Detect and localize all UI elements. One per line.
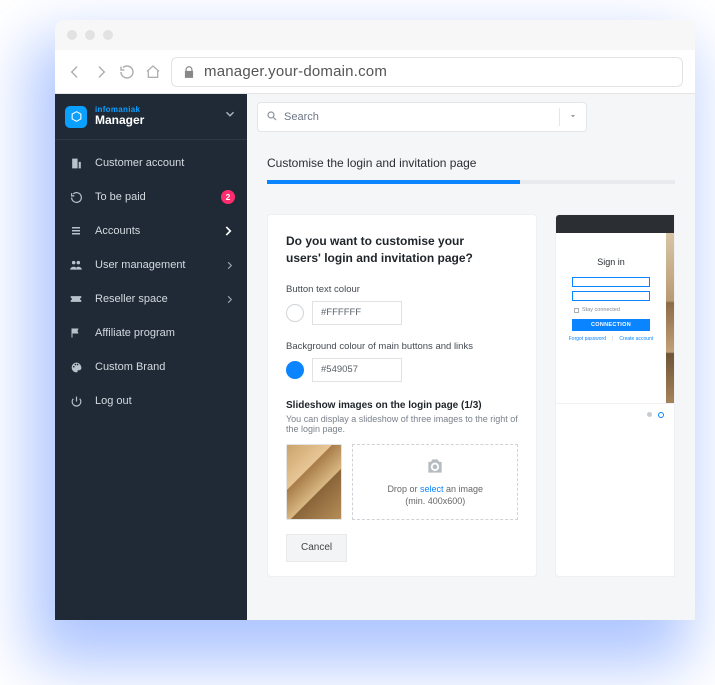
- dropzone-text: Drop or select an image: [387, 483, 483, 495]
- brand-logo-icon: [65, 106, 87, 128]
- sidebar-item-label: Reseller space: [95, 293, 168, 305]
- checkbox-icon: [574, 308, 579, 313]
- power-icon: [67, 395, 85, 408]
- chevron-right-icon: [224, 294, 235, 305]
- preview-topbar: [556, 215, 674, 233]
- palette-icon: [67, 361, 85, 374]
- preview-link-forgot: Forgot password: [569, 336, 606, 342]
- browser-toolbar: manager.your-domain.com: [55, 50, 695, 94]
- chevron-down-icon: [223, 107, 237, 126]
- preview-pagination: [556, 403, 674, 425]
- sidebar-item-accounts[interactable]: Accounts: [55, 214, 247, 248]
- preview-username-field: [572, 277, 650, 287]
- sidebar-item-to-be-paid[interactable]: To be paid 2: [55, 180, 247, 214]
- window-titlebar: [55, 20, 695, 50]
- preview-link-create: Create account: [619, 336, 653, 342]
- label-slideshow-sub: You can display a slideshow of three ima…: [286, 414, 518, 434]
- pagination-dot[interactable]: [647, 412, 652, 417]
- login-preview: Sign in Stay connected CONNECTION: [555, 214, 675, 577]
- sidebar-item-label: Log out: [95, 395, 132, 407]
- card-heading: Do you want to customise your users' log…: [286, 233, 496, 268]
- select-link[interactable]: select: [420, 484, 444, 494]
- label-slideshow-title: Slideshow images on the login page (1/3): [286, 400, 518, 411]
- refresh-icon: [67, 191, 85, 204]
- search-placeholder: Search: [284, 111, 319, 123]
- progress-track: [267, 180, 675, 184]
- preview-password-field: [572, 291, 650, 301]
- window-dot-max[interactable]: [103, 30, 113, 40]
- sidebar-item-affiliate[interactable]: Affiliate program: [55, 316, 247, 350]
- sidebar-item-label: Customer account: [95, 157, 184, 169]
- search-input[interactable]: Search: [257, 102, 587, 132]
- forward-icon[interactable]: [93, 64, 109, 80]
- brand-switcher[interactable]: infomaniak Manager: [55, 94, 247, 140]
- preview-slideshow-image: [666, 233, 674, 403]
- lock-icon: [182, 65, 196, 79]
- search-icon: [266, 110, 278, 125]
- sidebar-item-label: Accounts: [95, 225, 140, 237]
- caret-down-icon[interactable]: [568, 111, 578, 124]
- building-icon: [67, 157, 85, 170]
- window-dot-close[interactable]: [67, 30, 77, 40]
- sidebar-item-customer-account[interactable]: Customer account: [55, 146, 247, 180]
- divider: [559, 108, 560, 126]
- pagination-dot-active[interactable]: [658, 412, 664, 418]
- sidebar-item-label: Custom Brand: [95, 361, 165, 373]
- browser-window: manager.your-domain.com infomaniak Manag…: [55, 20, 695, 620]
- preview-connection-button: CONNECTION: [572, 319, 650, 331]
- brand-product: Manager: [95, 114, 144, 127]
- flag-icon: [67, 327, 85, 339]
- sidebar: infomaniak Manager Customer account To b: [55, 94, 247, 620]
- window-dot-min[interactable]: [85, 30, 95, 40]
- sidebar-nav: Customer account To be paid 2 Accounts: [55, 140, 247, 418]
- sidebar-item-label: User management: [95, 259, 186, 271]
- input-background-colour[interactable]: [312, 358, 402, 382]
- camera-icon: [425, 456, 445, 479]
- input-button-text-colour[interactable]: [312, 301, 402, 325]
- back-icon[interactable]: [67, 64, 83, 80]
- home-icon[interactable]: [145, 64, 161, 80]
- sidebar-item-label: To be paid: [95, 191, 146, 203]
- ticket-icon: [67, 292, 85, 306]
- image-dropzone[interactable]: Drop or select an image (min. 400x600): [352, 444, 518, 520]
- users-icon: [67, 258, 85, 272]
- preview-signin-title: Sign in: [597, 257, 625, 267]
- sidebar-item-user-management[interactable]: User management: [55, 248, 247, 282]
- page-title: Customise the login and invitation page: [267, 156, 675, 170]
- slideshow-thumbnail-1[interactable]: [286, 444, 342, 520]
- progress-bar: [267, 180, 520, 184]
- address-url: manager.your-domain.com: [204, 63, 387, 80]
- sidebar-item-logout[interactable]: Log out: [55, 384, 247, 418]
- swatch-background[interactable]: [286, 361, 304, 379]
- swatch-button-text[interactable]: [286, 304, 304, 322]
- sidebar-item-custom-brand[interactable]: Custom Brand: [55, 350, 247, 384]
- chevron-right-icon: [224, 260, 235, 271]
- preview-stay-connected: Stay connected: [574, 307, 620, 313]
- customise-card: Do you want to customise your users' log…: [267, 214, 537, 577]
- dropzone-sub: (min. 400x600): [405, 495, 465, 507]
- main-content: Search Customise the login and invitatio…: [247, 94, 695, 620]
- sidebar-item-reseller-space[interactable]: Reseller space: [55, 282, 247, 316]
- address-bar[interactable]: manager.your-domain.com: [171, 57, 683, 87]
- label-button-text-colour: Button text colour: [286, 284, 518, 295]
- chevron-right-icon: [221, 224, 235, 238]
- list-icon: [67, 225, 85, 237]
- notification-badge: 2: [221, 190, 235, 204]
- sidebar-item-label: Affiliate program: [95, 327, 175, 339]
- reload-icon[interactable]: [119, 64, 135, 80]
- label-background-colour: Background colour of main buttons and li…: [286, 341, 518, 352]
- preview-login-column: Sign in Stay connected CONNECTION: [556, 233, 666, 403]
- cancel-button[interactable]: Cancel: [286, 534, 347, 562]
